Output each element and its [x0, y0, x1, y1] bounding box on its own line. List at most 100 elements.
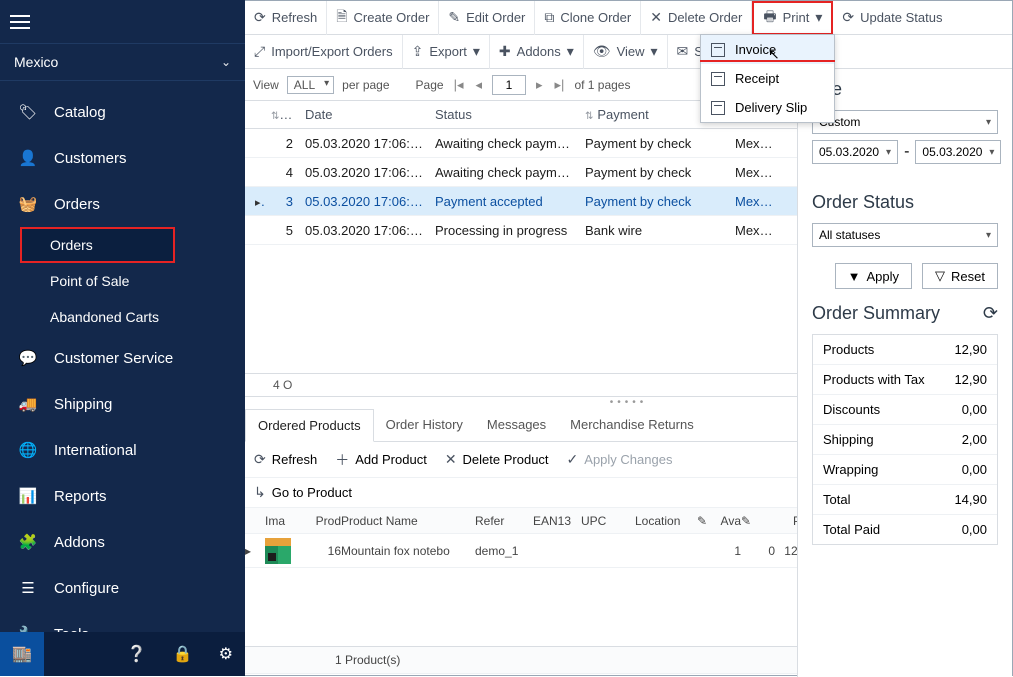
last-page-button[interactable]: ▸|	[553, 77, 567, 93]
delete-product-button[interactable]: ✕Delete Product	[436, 443, 558, 477]
btn-label: Addons	[517, 44, 561, 59]
gear-icon[interactable]: ⚙	[219, 644, 233, 664]
cursor-icon: ↖	[768, 46, 780, 63]
tab-returns[interactable]: Merchandise Returns	[558, 409, 706, 441]
ph-img[interactable]: Ima	[265, 514, 307, 528]
ph-loc[interactable]: Location	[635, 514, 697, 528]
x-icon: ✕	[650, 9, 662, 26]
add-product-button[interactable]: ＋Add Product	[326, 443, 436, 477]
tab-products[interactable]: Ordered Products	[245, 409, 374, 442]
delete-order-button[interactable]: ✕Delete Order	[641, 1, 752, 35]
swap-icon: ⤢	[254, 43, 265, 60]
caret-icon: ▾	[651, 43, 658, 60]
subnav-pos[interactable]: Point of Sale	[0, 263, 245, 299]
apply-button[interactable]: ▼Apply	[835, 263, 912, 289]
reset-button[interactable]: ▽Reset	[922, 263, 998, 289]
page-of-label: of 1 pages	[574, 78, 630, 92]
nav-configure[interactable]: ☰Configure	[0, 565, 245, 611]
cell-qty: 0	[755, 544, 775, 558]
ph-ean[interactable]: EAN13	[533, 514, 581, 528]
page-number-input[interactable]	[492, 75, 526, 95]
hamburger-icon[interactable]	[0, 0, 245, 43]
nav-orders[interactable]: 🧺Orders	[0, 181, 245, 227]
print-delivery-slip[interactable]: Delivery Slip	[701, 93, 834, 122]
page-size-select[interactable]: ALL	[287, 76, 334, 94]
date-to[interactable]: 05.03.2020	[915, 140, 1001, 164]
highlight-orders: Orders	[20, 227, 175, 263]
printer-icon: 🖶	[763, 6, 776, 30]
pager-view-label: View	[253, 78, 279, 92]
btn-label: Print	[783, 10, 810, 25]
nav: 🏷Catalog 👤Customers 🧺Orders Orders Point…	[0, 81, 245, 657]
nav-addons[interactable]: 🧩Addons	[0, 519, 245, 565]
first-page-button[interactable]: |◂	[452, 77, 466, 93]
caret-icon: ▾	[567, 43, 574, 60]
nav-reports[interactable]: 📊Reports	[0, 473, 245, 519]
globe-icon: 🌐	[18, 441, 38, 459]
ph-price[interactable]: P	[755, 514, 801, 528]
clone-icon: ⧉	[544, 9, 554, 26]
nav-shipping[interactable]: 🚚Shipping	[0, 381, 245, 427]
view-button[interactable]: 👁View▾	[584, 35, 668, 69]
puzzle-icon: 🧩	[18, 533, 38, 551]
prod-refresh-button[interactable]: ⟳Refresh	[245, 443, 326, 477]
shop-selector[interactable]: Mexico ⌄	[0, 43, 245, 81]
update-status-button[interactable]: ⟳Update Status	[833, 1, 951, 35]
prev-page-button[interactable]: ◂	[473, 77, 484, 93]
tab-history[interactable]: Order History	[374, 409, 475, 441]
refresh-icon: ⟳	[254, 451, 266, 468]
ph-ref[interactable]: Refer	[475, 514, 533, 528]
store-icon[interactable]: 🏬	[0, 632, 44, 676]
page-label: Page	[416, 78, 444, 92]
clone-order-button[interactable]: ⧉ Clone Order	[535, 1, 641, 35]
ph-av[interactable]: Ava	[711, 514, 741, 528]
nav-catalog[interactable]: 🏷Catalog	[0, 89, 245, 135]
ph-upc[interactable]: UPC	[581, 514, 635, 528]
refresh-icon[interactable]: ⟳	[983, 303, 998, 324]
goto-product-button[interactable]: ↳Go to Product	[245, 476, 361, 510]
chart-icon: 📊	[18, 487, 38, 505]
export-button[interactable]: ⇪Export▾	[403, 35, 490, 69]
create-order-button[interactable]: 🗎Create Order	[327, 1, 439, 35]
import-export-button[interactable]: ⤢ Import/Export Orders	[245, 35, 403, 69]
main-toolbar: ⟳Refresh 🗎Create Order ✎Edit Order ⧉ Clon…	[245, 1, 1012, 35]
col-status[interactable]: Status	[435, 107, 472, 122]
ph-pid[interactable]: Prod	[307, 514, 341, 528]
cell-pid: 16	[307, 544, 341, 558]
next-page-button[interactable]: ▸	[534, 77, 545, 93]
sort-icon[interactable]: ⇅	[271, 111, 279, 122]
sidebar: Mexico ⌄ 🏷Catalog 👤Customers 🧺Orders Ord…	[0, 0, 245, 676]
nav-label: Shipping	[54, 396, 112, 413]
help-icon[interactable]: ❔	[127, 644, 147, 664]
edit-order-button[interactable]: ✎Edit Order	[439, 1, 535, 35]
col-date[interactable]: Date	[305, 107, 332, 122]
print-receipt[interactable]: Receipt	[701, 64, 834, 93]
sort-icon[interactable]: ⇅	[585, 111, 593, 122]
btn-label: Refresh	[272, 10, 318, 25]
col-payment[interactable]: Payment	[597, 107, 648, 122]
nav-customers[interactable]: 👤Customers	[0, 135, 245, 181]
lock-icon[interactable]: 🔒	[173, 644, 193, 664]
check-icon: ✓	[567, 451, 579, 468]
status-select[interactable]: All statuses	[812, 223, 998, 247]
basket-icon: 🧺	[18, 195, 38, 213]
date-from[interactable]: 05.03.2020	[812, 140, 898, 164]
apply-changes-button[interactable]: ✓Apply Changes	[558, 443, 682, 477]
ph-name[interactable]: Product Name	[341, 514, 475, 528]
btn-label: Update Status	[860, 10, 942, 25]
subnav-abandoned[interactable]: Abandoned Carts	[0, 299, 245, 335]
nav-service[interactable]: 💬Customer Service	[0, 335, 245, 381]
btn-label: Import/Export Orders	[271, 44, 392, 59]
nav-international[interactable]: 🌐International	[0, 427, 245, 473]
range-preset-select[interactable]: Custom	[812, 110, 998, 134]
btn-label: Clone Order	[560, 10, 631, 25]
tag-icon: 🏷	[18, 103, 38, 121]
funnel-icon: ▼	[848, 269, 861, 284]
refresh-button[interactable]: ⟳Refresh	[245, 1, 327, 35]
print-button[interactable]: 🖶Print▾	[752, 1, 833, 35]
tab-messages[interactable]: Messages	[475, 409, 558, 441]
addons-button[interactable]: ✚Addons▾	[490, 35, 584, 69]
subnav-orders[interactable]: Orders	[22, 229, 173, 261]
plus-icon: ＋	[335, 450, 349, 470]
main: ⟳Refresh 🗎Create Order ✎Edit Order ⧉Clon…	[245, 0, 1013, 676]
